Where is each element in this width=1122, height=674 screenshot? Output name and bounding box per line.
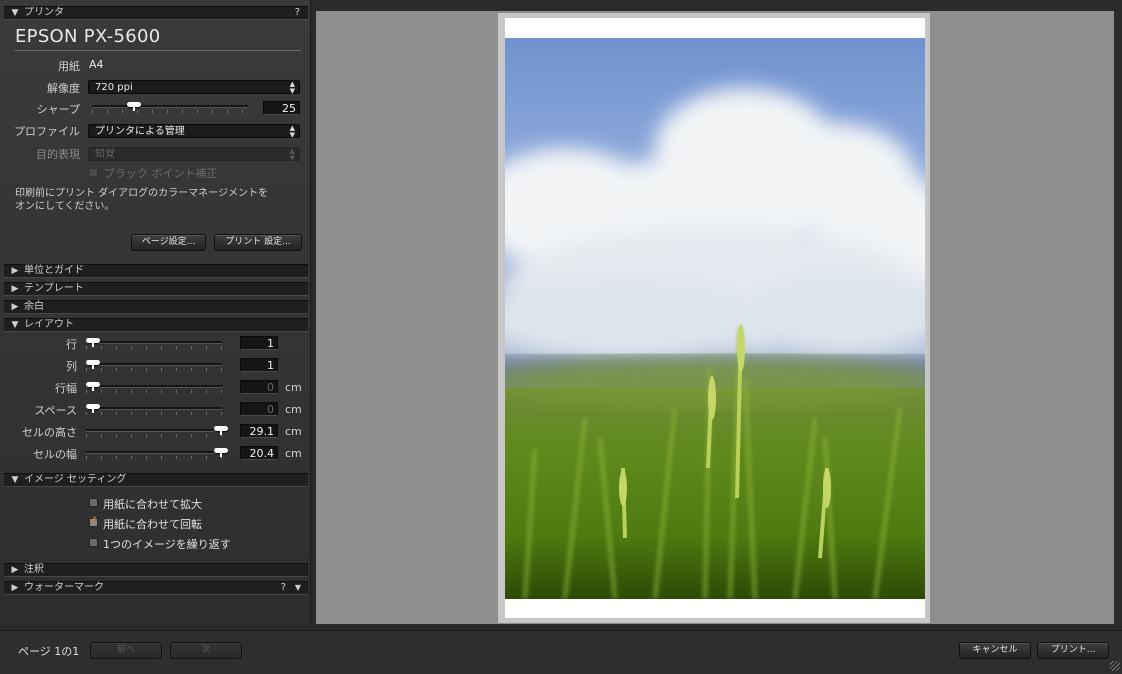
cell-height-slider[interactable] <box>86 424 228 438</box>
disclosure-closed-icon: ▶ <box>11 583 19 593</box>
cols-label: 列 <box>66 360 77 373</box>
cancel-button[interactable]: キャンセル <box>959 642 1031 659</box>
cell-height-value-field[interactable]: 29.1 <box>240 424 278 438</box>
paper-sheet <box>505 18 925 618</box>
print-preview-area <box>316 11 1114 624</box>
black-point-label: ブラック ポイント補正 <box>104 167 218 180</box>
space-value-field[interactable]: 0 <box>240 402 278 416</box>
preview-photo <box>505 38 925 599</box>
printer-section-header[interactable]: ▼ プリンタ ? <box>4 6 308 20</box>
profile-label: プロファイル <box>14 125 80 138</box>
resize-grip-icon[interactable] <box>1110 661 1120 671</box>
page-setup-button[interactable]: ページ設定... <box>131 234 206 251</box>
sharpen-value-field[interactable]: 25 <box>263 101 300 115</box>
watermark-section-header[interactable]: ▶ ウォーターマーク ? ▼ <box>4 581 308 595</box>
slider-knob[interactable] <box>86 360 100 369</box>
sharpen-slider[interactable] <box>92 100 248 114</box>
margins-section-header[interactable]: ▶ 余白 <box>4 300 308 314</box>
layout-section-header[interactable]: ▼ レイアウト <box>4 318 308 332</box>
cell-height-label: セルの高さ <box>22 426 77 439</box>
disclosure-closed-icon: ▶ <box>11 302 19 312</box>
updown-arrows-icon: ▲ ▼ <box>289 124 295 139</box>
profile-select[interactable]: プリンタによる管理 ▲ ▼ <box>88 124 300 139</box>
disclosure-closed-icon: ▶ <box>11 266 19 276</box>
rotate-to-fit-checkbox[interactable] <box>89 515 98 527</box>
slider-knob[interactable] <box>214 426 228 435</box>
printer-name: EPSON PX-5600 <box>15 26 161 47</box>
fit-to-paper-label: 用紙に合わせて拡大 <box>103 498 202 511</box>
unit-label: cm <box>285 403 302 416</box>
annotations-section-header[interactable]: ▶ 注釈 <box>4 563 308 577</box>
space-label: スペース <box>34 404 77 417</box>
next-page-button[interactable]: 次 <box>170 642 242 659</box>
unit-label: cm <box>285 425 302 438</box>
slider-knob[interactable] <box>86 382 100 391</box>
print-settings-panel: ▼ プリンタ ? EPSON PX-5600 用紙 A4 解像度 720 ppi … <box>0 0 311 624</box>
paper-label: 用紙 <box>58 60 80 73</box>
intent-select[interactable]: 知覚 ▲ ▼ <box>88 147 300 162</box>
updown-arrows-icon: ▲ ▼ <box>289 80 295 95</box>
intent-label: 目的表現 <box>36 148 80 161</box>
black-point-checkbox[interactable] <box>89 168 98 177</box>
resolution-select[interactable]: 720 ppi ▲ ▼ <box>88 80 300 95</box>
prev-page-button[interactable]: 前へ <box>90 642 162 659</box>
unit-label: cm <box>285 447 302 460</box>
color-management-note: 印刷前にプリント ダイアログのカラーマネージメントを オンにしてください。 <box>15 188 268 212</box>
resolution-label: 解像度 <box>47 82 80 95</box>
print-settings-button[interactable]: プリント 設定... <box>214 234 302 251</box>
cols-slider[interactable] <box>86 358 222 372</box>
rows-slider[interactable] <box>86 336 222 350</box>
rows-value-field[interactable]: 1 <box>240 336 278 350</box>
disclosure-open-icon: ▼ <box>11 475 19 485</box>
divider <box>14 50 301 51</box>
repeat-image-label: 1つのイメージを繰り返す <box>103 538 231 551</box>
image-settings-section-header[interactable]: ▼ イメージ セッティング <box>4 473 308 487</box>
cell-width-slider[interactable] <box>86 446 228 460</box>
disclosure-open-icon: ▼ <box>11 8 19 18</box>
repeat-image-checkbox[interactable] <box>89 538 98 547</box>
disclosure-closed-icon: ▶ <box>11 284 19 294</box>
row-width-value-field[interactable]: 0 <box>240 380 278 394</box>
rotate-to-fit-label: 用紙に合わせて回転 <box>103 518 202 531</box>
cell-width-value-field[interactable]: 20.4 <box>240 446 278 460</box>
paper-value: A4 <box>89 58 104 71</box>
rows-label: 行 <box>66 338 77 351</box>
cols-value-field[interactable]: 1 <box>240 358 278 372</box>
paper-frame <box>498 13 930 623</box>
template-section-header[interactable]: ▶ テンプレート <box>4 282 308 296</box>
slider-knob[interactable] <box>86 338 100 347</box>
chevron-down-icon[interactable]: ▼ <box>295 582 301 594</box>
slider-knob[interactable] <box>86 404 100 413</box>
row-width-slider[interactable] <box>86 380 222 394</box>
row-width-label: 行幅 <box>55 382 77 395</box>
bottom-bar: ページ 1の1 前へ 次 キャンセル プリント... <box>0 630 1122 674</box>
slider-knob[interactable] <box>127 102 141 111</box>
help-icon[interactable]: ? <box>295 7 300 19</box>
space-slider[interactable] <box>86 402 222 416</box>
fit-to-paper-checkbox[interactable] <box>89 498 98 507</box>
page-indicator: ページ 1の1 <box>18 645 80 658</box>
updown-arrows-icon: ▲ ▼ <box>289 147 295 162</box>
units-guides-section-header[interactable]: ▶ 単位とガイド <box>4 264 308 278</box>
help-icon[interactable]: ? <box>281 582 286 594</box>
sharpen-label: シャープ <box>36 103 80 116</box>
slider-knob[interactable] <box>214 448 228 457</box>
disclosure-closed-icon: ▶ <box>11 565 19 575</box>
unit-label: cm <box>285 381 302 394</box>
print-button[interactable]: プリント... <box>1037 642 1109 659</box>
disclosure-open-icon: ▼ <box>11 320 19 330</box>
cell-width-label: セルの幅 <box>33 448 77 461</box>
